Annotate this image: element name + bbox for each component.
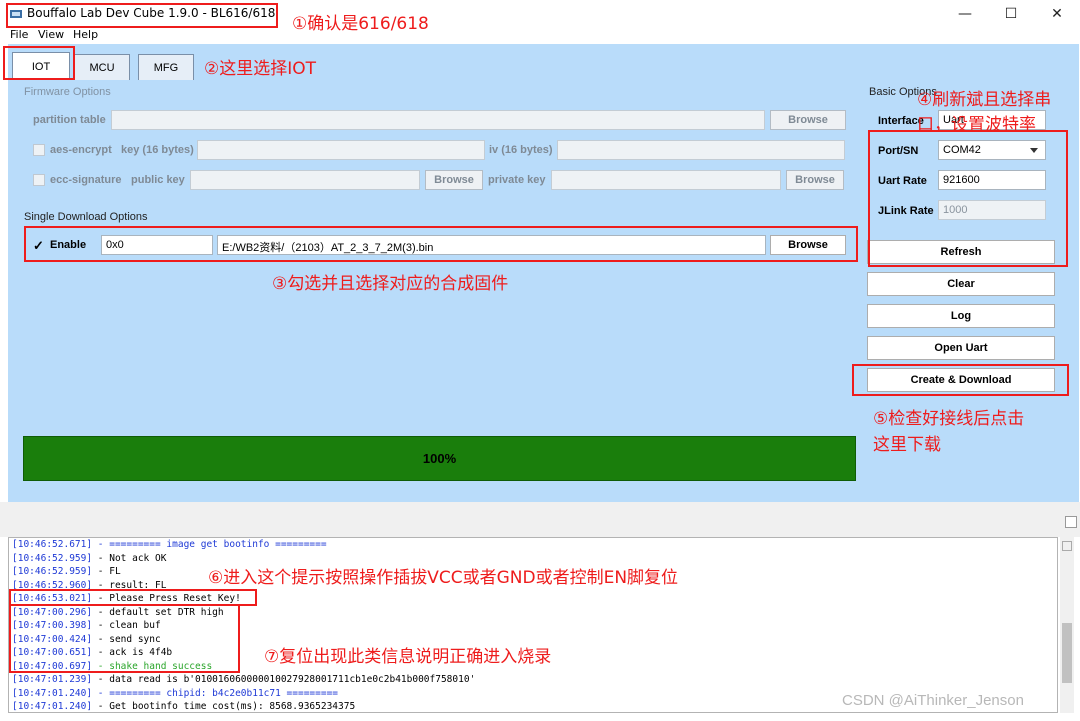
ecc-signature-checkbox[interactable] (33, 174, 45, 186)
log-text: - Not ack OK (92, 552, 167, 564)
log-timestamp: [10:46:52.959] (12, 566, 93, 577)
tab-mfg[interactable]: MFG (138, 54, 194, 80)
ecc-signature-label: ecc-signature (50, 174, 122, 186)
resize-grip-icon[interactable] (1065, 516, 1077, 528)
aes-encrypt-label: aes-encrypt (50, 144, 112, 156)
partition-table-label: partition table (33, 114, 106, 126)
log-line: [10:46:52.671] - ========= image get boo… (12, 539, 327, 550)
log-timestamp: [10:47:01.240] (12, 687, 93, 699)
log-timestamp: [10:47:01.239] (12, 674, 93, 685)
partition-table-field[interactable] (111, 110, 765, 130)
annotation-5-line1: ⑤检查好接线后点击 (873, 409, 1025, 429)
private-key-field[interactable] (551, 170, 781, 190)
menu-file[interactable]: File (10, 28, 28, 41)
log-button[interactable]: Log (867, 304, 1055, 328)
iv-label: iv (16 bytes) (489, 144, 553, 156)
log-text: - FL (92, 566, 121, 577)
annotation-4-line2: 口，设置波特率 (917, 115, 1036, 135)
log-timestamp: [10:46:52.671] (12, 539, 93, 550)
log-line: [10:47:01.240] - ========= chipid: b4c2e… (12, 688, 338, 699)
annotation-7: ⑦复位出现此类信息说明正确进入烧录 (264, 647, 552, 667)
watermark: CSDN @AiThinker_Jenson (842, 692, 1024, 709)
open-uart-button[interactable]: Open Uart (867, 336, 1055, 360)
log-line: [10:47:01.239] - data read is b'01001606… (12, 674, 475, 685)
highlight-basic-options (868, 130, 1068, 267)
annotation-2: ②这里选择IOT (204, 59, 317, 79)
scroll-thumb[interactable] (1062, 623, 1072, 683)
log-text: - Get bootinfo time cost(ms): 8568.93652… (92, 701, 356, 712)
highlight-create-download (852, 364, 1069, 396)
scroll-up-icon[interactable] (1062, 541, 1072, 551)
log-text: - data read is b'01001606000001002792800… (92, 674, 476, 685)
clear-button[interactable]: Clear (867, 272, 1055, 296)
log-text: - ========= chipid: b4c2e0b11c71 =======… (92, 687, 339, 699)
public-key-label: public key (131, 174, 185, 186)
annotation-3: ③勾选并且选择对应的合成固件 (272, 274, 509, 294)
single-download-title: Single Download Options (24, 211, 148, 223)
log-line: [10:46:52.959] - Not ack OK (12, 553, 166, 564)
progress-label: 100% (422, 451, 457, 466)
partition-browse-button[interactable]: Browse (770, 110, 846, 130)
aes-encrypt-checkbox[interactable] (33, 144, 45, 156)
splitter[interactable] (0, 502, 1080, 537)
log-timestamp: [10:47:01.240] (12, 701, 93, 712)
private-key-browse-button[interactable]: Browse (786, 170, 844, 190)
key-field[interactable] (197, 140, 485, 160)
highlight-iot-tab (3, 46, 75, 80)
firmware-options-title: Firmware Options (24, 86, 111, 98)
highlight-single-download (24, 226, 858, 262)
log-timestamp: [10:46:52.959] (12, 552, 93, 564)
annotation-1: ①确认是616/618 (292, 14, 429, 34)
log-text: - ========= image get bootinfo ========= (92, 539, 327, 550)
close-button[interactable]: ✕ (1034, 0, 1080, 28)
highlight-handshake (9, 604, 240, 673)
tab-mcu[interactable]: MCU (74, 54, 130, 80)
annotation-6: ⑥进入这个提示按照操作插拔VCC或者GND或者控制EN脚复位 (208, 568, 679, 588)
public-key-field[interactable] (190, 170, 420, 190)
highlight-title (6, 3, 278, 28)
private-key-label: private key (488, 174, 546, 186)
annotation-4-line1: ④刷新斌且选择串 (917, 90, 1052, 110)
annotation-5-line2: 这里下载 (873, 435, 941, 455)
menu-help[interactable]: Help (73, 28, 98, 41)
menu-bar (0, 28, 1080, 44)
log-scrollbar[interactable] (1060, 537, 1074, 713)
progress-bar: 100% (23, 436, 856, 481)
public-key-browse-button[interactable]: Browse (425, 170, 483, 190)
iv-field[interactable] (557, 140, 845, 160)
maximize-button[interactable]: ☐ (988, 0, 1034, 28)
key-label: key (16 bytes) (121, 144, 194, 156)
log-line: [10:47:01.240] - Get bootinfo time cost(… (12, 701, 355, 712)
menu-view[interactable]: View (38, 28, 64, 41)
minimize-button[interactable]: — (942, 0, 988, 28)
log-line: [10:46:52.959] - FL (12, 566, 121, 577)
